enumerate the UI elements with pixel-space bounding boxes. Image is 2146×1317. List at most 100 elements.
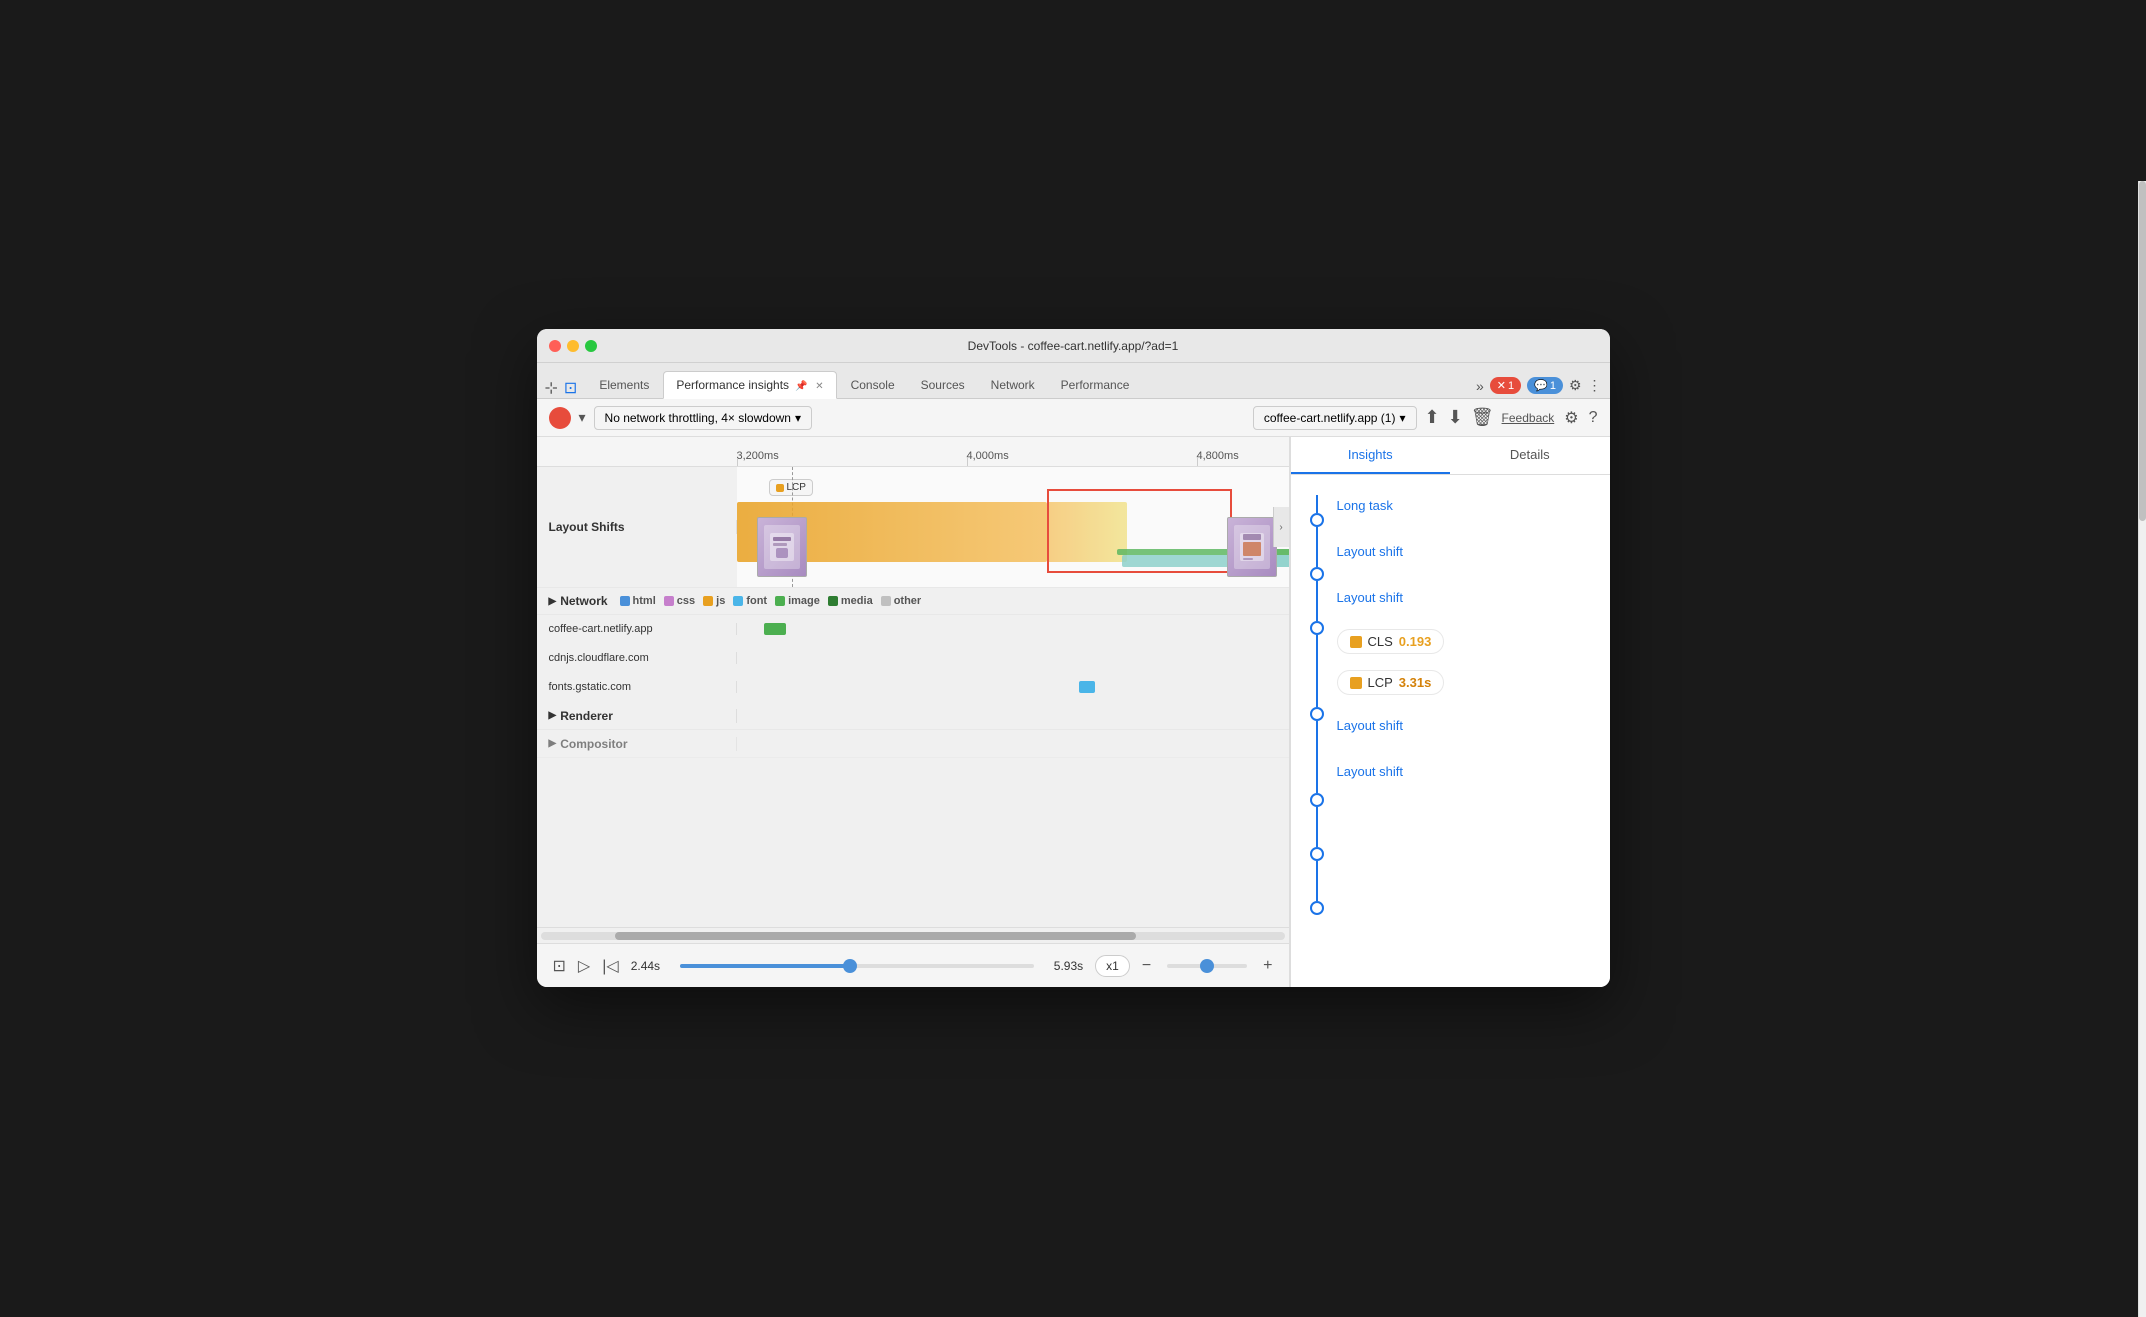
settings-icon[interactable]: ⚙ bbox=[1569, 377, 1582, 394]
insight-item-layout3: Layout shift bbox=[1337, 703, 1610, 749]
speed-badge[interactable]: x1 bbox=[1095, 955, 1130, 977]
v-circle-7 bbox=[1310, 901, 1324, 915]
toolbar: ▾ No network throttling, 4× slowdown ▾ c… bbox=[537, 399, 1610, 437]
tab-network[interactable]: Network bbox=[979, 372, 1047, 398]
toolbar-right: Feedback ⚙ ? bbox=[1502, 408, 1598, 428]
network-row-2: cdnjs.cloudflare.com bbox=[537, 644, 1289, 673]
renderer-row[interactable]: ▶ Renderer bbox=[537, 702, 1289, 730]
timeline-panel: 3,200ms 4,000ms 4,800ms Layout Shifts bbox=[537, 437, 1290, 987]
time-start: 2.44s bbox=[631, 959, 660, 973]
shift-bar-2 bbox=[1047, 502, 1127, 562]
cls-badge: CLS 0.193 bbox=[1337, 629, 1445, 654]
layout-shift-1-link[interactable]: Layout shift bbox=[1337, 544, 1404, 559]
network-bar-1 bbox=[764, 623, 786, 635]
renderer-label: ▶ Renderer bbox=[537, 709, 737, 723]
throttle-dropdown[interactable]: No network throttling, 4× slowdown ▾ bbox=[594, 406, 812, 430]
legend-media: media bbox=[828, 595, 873, 607]
help-icon[interactable]: ? bbox=[1589, 409, 1598, 427]
record-button[interactable] bbox=[549, 407, 571, 429]
lcp-dot bbox=[776, 484, 784, 492]
legend-image: image bbox=[775, 595, 820, 607]
import-icon[interactable]: ⬇ bbox=[1448, 407, 1463, 428]
slider-thumb[interactable] bbox=[843, 959, 857, 973]
compositor-row[interactable]: ▶ Compositor bbox=[537, 730, 1289, 758]
scroll-area[interactable] bbox=[537, 927, 1289, 943]
ruler-mark-4800: 4,800ms bbox=[1197, 450, 1239, 462]
tab-sources[interactable]: Sources bbox=[909, 372, 977, 398]
playback-slider[interactable] bbox=[680, 964, 1034, 968]
zoom-out-icon[interactable]: − bbox=[1142, 957, 1151, 975]
network-bar-3 bbox=[1079, 681, 1096, 693]
lcp-badge-row: LCP 3.31s bbox=[1337, 662, 1610, 703]
cls-label: CLS bbox=[1368, 634, 1393, 649]
zoom-slider[interactable] bbox=[1167, 964, 1247, 968]
insights-timeline: Long task Layout shift Layout shift bbox=[1291, 483, 1610, 915]
url-dropdown[interactable]: coffee-cart.netlify.app (1) ▾ bbox=[1253, 406, 1417, 430]
v-circle-5 bbox=[1310, 793, 1324, 807]
long-task-link[interactable]: Long task bbox=[1337, 498, 1393, 513]
scroll-track[interactable] bbox=[541, 932, 1285, 940]
scroll-thumb[interactable] bbox=[615, 932, 1136, 940]
export-icon[interactable]: ⬆ bbox=[1425, 407, 1440, 428]
vline-7 bbox=[1316, 861, 1318, 901]
vline-1 bbox=[1316, 495, 1318, 513]
bottom-bar: ⊡ ▷ |◁ 2.44s 5.93s x1 − + bbox=[537, 943, 1289, 987]
renderer-collapse-icon: ▶ bbox=[549, 710, 557, 721]
network-header[interactable]: ▶ Network html css js bbox=[537, 588, 1289, 615]
legend-html: html bbox=[620, 595, 656, 607]
url-chevron-icon: ▾ bbox=[1399, 411, 1405, 425]
overflow-icon[interactable]: » bbox=[1476, 378, 1484, 394]
maximize-button[interactable] bbox=[585, 340, 597, 352]
dropdown-arrow-icon[interactable]: ▾ bbox=[579, 409, 586, 426]
error-icon: ✕ bbox=[1497, 379, 1506, 392]
error-badge[interactable]: ✕ 1 bbox=[1490, 377, 1521, 394]
delete-icon[interactable]: 🗑 bbox=[1471, 407, 1494, 428]
tab-console[interactable]: Console bbox=[839, 372, 907, 398]
layout-shift-4-link[interactable]: Layout shift bbox=[1337, 764, 1404, 779]
pin-icon: 📌 bbox=[795, 381, 807, 392]
insights-tabs: Insights Details bbox=[1291, 437, 1610, 475]
throttle-chevron-icon: ▾ bbox=[795, 411, 801, 425]
compositor-label: ▶ Compositor bbox=[537, 737, 737, 751]
feedback-link[interactable]: Feedback bbox=[1502, 411, 1555, 425]
tab-performance-insights[interactable]: Performance insights 📌 ✕ bbox=[663, 371, 836, 399]
layout-shift-3-link[interactable]: Layout shift bbox=[1337, 718, 1404, 733]
lcp-label: LCP bbox=[1368, 675, 1393, 690]
expand-button[interactable]: › bbox=[1273, 507, 1289, 547]
tab-performance[interactable]: Performance bbox=[1049, 372, 1142, 398]
expand-chevron-icon: › bbox=[1279, 522, 1282, 533]
network-row-1: coffee-cart.netlify.app bbox=[537, 615, 1289, 644]
tab-close-icon[interactable]: ✕ bbox=[815, 381, 823, 392]
inspect-icon[interactable]: ⊡ bbox=[564, 378, 577, 398]
legend-dot-font bbox=[733, 596, 743, 606]
play-button[interactable]: ▷ bbox=[578, 956, 590, 976]
insights-panel: Insights Details bbox=[1290, 437, 1610, 987]
v-circle-3 bbox=[1310, 621, 1324, 635]
vline-2 bbox=[1316, 527, 1318, 567]
time-end: 5.93s bbox=[1054, 959, 1083, 973]
zoom-in-icon[interactable]: + bbox=[1263, 957, 1272, 975]
tab-elements[interactable]: Elements bbox=[587, 372, 661, 398]
layout-shifts-content: LCP bbox=[737, 467, 1289, 587]
compositor-collapse-icon: ▶ bbox=[549, 738, 557, 749]
layout-shift-2-link[interactable]: Layout shift bbox=[1337, 590, 1404, 605]
settings-gear-icon[interactable]: ⚙ bbox=[1564, 408, 1578, 428]
v-circle-6 bbox=[1310, 847, 1324, 861]
close-button[interactable] bbox=[549, 340, 561, 352]
cls-badge-icon bbox=[1350, 636, 1362, 648]
screenshot-thumb-2[interactable] bbox=[1227, 517, 1277, 577]
ruler-mark-4000: 4,000ms bbox=[967, 450, 1009, 462]
v-circle-2 bbox=[1310, 567, 1324, 581]
screenshot-thumb-1[interactable] bbox=[757, 517, 807, 577]
more-icon[interactable]: ⋮ bbox=[1588, 377, 1602, 394]
cursor-icon[interactable]: ⊹ bbox=[545, 378, 558, 398]
screenshot-button[interactable]: ⊡ bbox=[553, 956, 566, 976]
skip-start-button[interactable]: |◁ bbox=[602, 956, 618, 976]
timeline-area[interactable]: Layout Shifts LCP bbox=[537, 467, 1289, 927]
tab-insights[interactable]: Insights bbox=[1291, 437, 1451, 474]
tab-details[interactable]: Details bbox=[1450, 437, 1610, 474]
minimize-button[interactable] bbox=[567, 340, 579, 352]
zoom-thumb[interactable] bbox=[1200, 959, 1214, 973]
message-badge[interactable]: 💬 1 bbox=[1527, 377, 1563, 394]
insight-item-layout4: Layout shift bbox=[1337, 749, 1610, 795]
